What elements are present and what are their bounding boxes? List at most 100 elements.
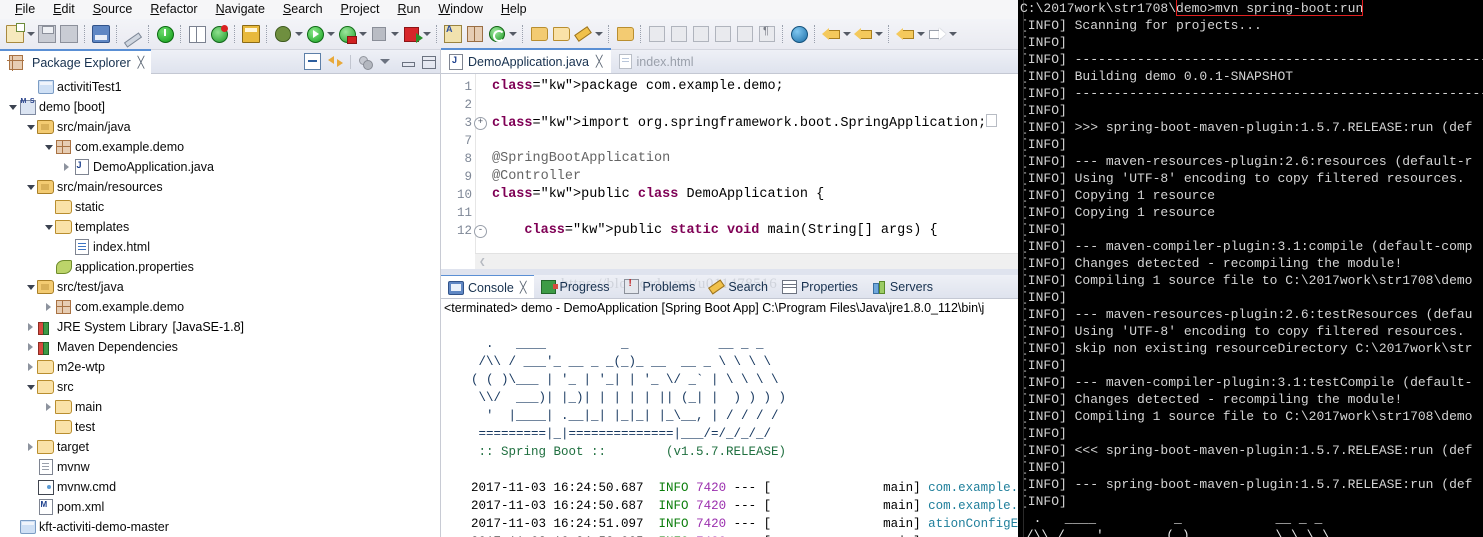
open-resource-button[interactable] [550,23,572,45]
code-line[interactable]: class="kw">public static void main(Strin… [492,222,1018,240]
tab-problems[interactable]: Problems [617,275,703,298]
search-brush-button[interactable] [572,23,594,45]
tab-servers[interactable]: Servers [865,275,940,298]
menu-item-help[interactable]: Help [492,0,536,19]
editor-code-area[interactable]: class="kw">package com.example.demo; cla… [476,74,1018,269]
code-line[interactable] [492,132,1018,150]
tab-properties[interactable]: Properties [775,275,865,298]
chevron-down-icon[interactable] [874,23,884,45]
project-tree[interactable]: activitiTest1demo [boot]src/main/javacom… [0,74,440,537]
task-repository-button[interactable] [690,23,712,45]
tab-console[interactable]: Console╳ [441,275,534,299]
refresh-button[interactable] [208,23,230,45]
new-java-class-button[interactable] [442,23,464,45]
forward-button[interactable] [926,23,948,45]
code-line[interactable]: class="kw">package com.example.demo; [492,78,1018,96]
run-button[interactable] [304,23,326,45]
tree-item[interactable]: mvnw.cmd [0,477,440,497]
chevron-down-icon[interactable] [326,23,336,45]
tree-item[interactable]: pom.xml [0,497,440,517]
tree-item[interactable]: Maven Dependencies [0,337,440,357]
editor-tab-index[interactable]: index.html [611,50,702,73]
console-output[interactable]: . ____ _ __ _ _ /\\ / ___'_ __ _ _(_)_ _… [441,317,1018,537]
tree-item[interactable]: src/main/resources [0,177,440,197]
code-line[interactable]: @Controller [492,168,1018,186]
open-task-button[interactable] [614,23,636,45]
toggle-mark-occurrences-button[interactable] [186,23,208,45]
tree-item[interactable]: templates [0,217,440,237]
editor-horizontal-scrollbar[interactable]: ❮ [475,253,1018,269]
tree-item[interactable]: demo [boot] [0,97,440,117]
tree-item[interactable]: main [0,397,440,417]
stop-button[interactable] [368,23,390,45]
tree-expand-arrow-icon[interactable] [24,357,37,377]
tree-expand-arrow-icon[interactable] [24,277,37,297]
tree-item[interactable]: test [0,417,440,437]
tree-item[interactable]: kft-activiti-demo-master [0,517,440,537]
back-button[interactable] [894,23,916,45]
open-type-button[interactable] [528,23,550,45]
chevron-down-icon[interactable] [842,23,852,45]
chevron-down-icon[interactable] [358,23,368,45]
open-web-browser-button[interactable] [788,23,810,45]
tree-expand-arrow-icon[interactable] [6,97,19,117]
spring-boot-dashboard-button[interactable] [154,23,176,45]
new-file-button[interactable] [4,23,26,45]
chevron-down-icon[interactable] [948,23,958,45]
tree-item[interactable]: application.properties [0,257,440,277]
print-button[interactable] [90,23,112,45]
save-button[interactable] [36,23,58,45]
run-external-tools-button[interactable] [336,23,358,45]
tree-item[interactable]: src/main/java [0,117,440,137]
tab-package-explorer[interactable]: Package Explorer ╳ [0,49,151,74]
debug-button[interactable] [272,23,294,45]
code-line[interactable] [492,96,1018,114]
tree-item[interactable]: target [0,437,440,457]
profile-button[interactable] [400,23,422,45]
previous-annotation-button[interactable] [852,23,874,45]
code-line[interactable]: class="kw">public class DemoApplication … [492,186,1018,204]
generate-button[interactable] [486,23,508,45]
tree-expand-arrow-icon[interactable] [24,117,37,137]
menu-item-edit[interactable]: Edit [44,0,84,19]
tree-item[interactable]: src/test/java [0,277,440,297]
chevron-down-icon[interactable] [594,23,604,45]
tree-item[interactable]: m2e-wtp [0,357,440,377]
edit-task-button[interactable] [668,23,690,45]
windows-command-prompt[interactable]: C:\2017work\str1708\demo>mvn spring-boot… [1018,0,1483,537]
tab-search[interactable]: Search [702,275,775,298]
menu-item-search[interactable]: Search [274,0,332,19]
tree-expand-arrow-icon[interactable] [24,337,37,357]
pin-button[interactable] [646,23,668,45]
code-line[interactable]: class="kw">import org.springframework.bo… [492,114,1018,132]
chevron-down-icon[interactable] [26,23,36,45]
tree-item[interactable]: activitiTest1 [0,77,440,97]
chevron-down-icon[interactable] [294,23,304,45]
tree-item[interactable]: DemoApplication.java [0,157,440,177]
chevron-down-icon[interactable] [390,23,400,45]
chevron-down-icon[interactable] [422,23,432,45]
fold-toggle-icon[interactable]: - [474,225,487,238]
chevron-down-icon[interactable] [508,23,518,45]
minimize-icon[interactable] [402,62,415,67]
view-menu-icon[interactable] [380,54,395,69]
fold-toggle-icon[interactable]: + [474,117,487,130]
close-icon[interactable]: ╳ [596,55,603,68]
tree-expand-arrow-icon[interactable] [42,137,55,157]
view-menu-extra-icon[interactable] [358,55,373,69]
quick-fix-button[interactable] [122,23,144,45]
menu-item-project[interactable]: Project [332,0,389,19]
close-icon[interactable]: ╳ [520,281,527,294]
publish-button[interactable] [240,23,262,45]
menu-item-refactor[interactable]: Refactor [141,0,206,19]
scroll-left-icon[interactable]: ❮ [479,255,486,269]
collapsed-imports-indicator[interactable] [986,114,997,127]
tree-item[interactable]: static [0,197,440,217]
tree-item[interactable]: JRE System Library[JavaSE-1.8] [0,317,440,337]
tab-progress[interactable]: Progress [534,275,617,298]
save-all-button[interactable] [58,23,80,45]
new-java-package-button[interactable] [464,23,486,45]
editor-tab-demoapplication[interactable]: DemoApplication.java╳ [441,48,611,73]
java-editor[interactable]: 123+789101112- class="kw">package com.ex… [441,74,1018,269]
next-annotation-button[interactable] [820,23,842,45]
